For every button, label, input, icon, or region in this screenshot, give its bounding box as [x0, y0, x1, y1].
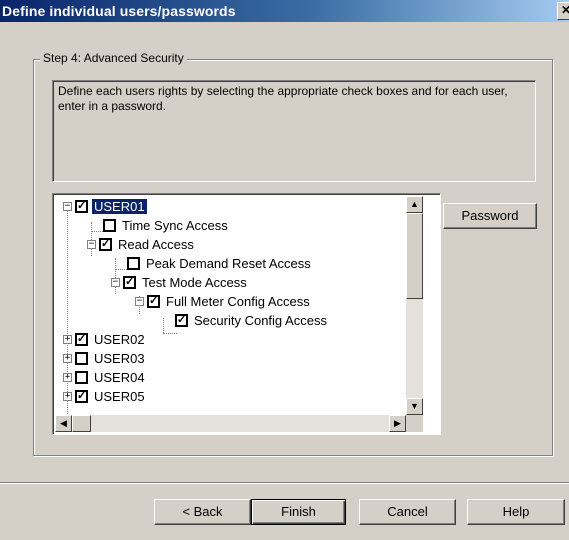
- tree-item-user02[interactable]: + ✓ USER02: [63, 330, 147, 348]
- tree-item-label: Read Access: [118, 236, 194, 252]
- checkmark-icon: ✓: [77, 332, 87, 345]
- back-button[interactable]: < Back: [154, 499, 251, 525]
- checkbox-user05[interactable]: ✓: [75, 389, 88, 403]
- help-button[interactable]: Help: [467, 499, 565, 525]
- description-text: Define each users rights by selecting th…: [58, 84, 508, 113]
- checkbox-user04[interactable]: [75, 370, 88, 384]
- tree-item-peak-demand-reset-access[interactable]: Peak Demand Reset Access: [127, 254, 313, 272]
- tree-item-label: USER01: [92, 198, 147, 214]
- password-button[interactable]: Password: [443, 203, 537, 229]
- checkbox-time-sync-access[interactable]: [103, 218, 116, 232]
- tree-item-label: Test Mode Access: [142, 274, 247, 290]
- checkbox-peak-demand-reset-access[interactable]: [127, 256, 140, 270]
- close-button[interactable]: ✕: [557, 2, 569, 20]
- scroll-down-button[interactable]: ▼: [406, 398, 423, 415]
- checkbox-read-access[interactable]: ✓: [99, 237, 112, 251]
- arrow-down-icon: ▼: [410, 401, 419, 411]
- checkbox-user03[interactable]: [75, 351, 88, 365]
- vertical-scroll-thumb[interactable]: [406, 213, 423, 299]
- tree-content: − ✓ USER01 Time Sync Access − ✓ Read Acc…: [55, 196, 405, 414]
- checkmark-icon: ✓: [177, 313, 187, 326]
- tree-item-user01[interactable]: − ✓ USER01: [63, 197, 147, 215]
- tree-item-label: USER03: [94, 350, 145, 366]
- checkbox-test-mode-access[interactable]: ✓: [123, 275, 136, 289]
- tree-item-security-config-access[interactable]: ✓ Security Config Access: [175, 311, 329, 329]
- checkbox-full-meter-config-access[interactable]: ✓: [147, 294, 160, 308]
- tree-item-user05[interactable]: + ✓ USER05: [63, 387, 147, 405]
- checkmark-icon: ✓: [125, 275, 135, 288]
- tree-item-user04[interactable]: + USER04: [63, 368, 147, 386]
- tree-item-time-sync-access[interactable]: Time Sync Access: [103, 216, 230, 234]
- window-title: Define individual users/passwords: [2, 3, 236, 19]
- checkmark-icon: ✓: [77, 199, 87, 212]
- expand-icon[interactable]: +: [63, 391, 72, 401]
- tree-item-label: Full Meter Config Access: [166, 293, 310, 309]
- vertical-scrollbar[interactable]: ▲ ▼: [406, 196, 423, 415]
- expand-icon[interactable]: +: [63, 372, 72, 382]
- collapse-icon[interactable]: −: [135, 296, 144, 306]
- tree-item-full-meter-config-access[interactable]: − ✓ Full Meter Config Access: [135, 292, 312, 310]
- tree-item-label: Security Config Access: [194, 312, 327, 328]
- tree-item-label: Time Sync Access: [122, 217, 228, 233]
- checkbox-security-config-access[interactable]: ✓: [175, 313, 188, 327]
- checkbox-user01[interactable]: ✓: [75, 199, 88, 213]
- checkmark-icon: ✓: [77, 389, 87, 402]
- checkmark-icon: ✓: [149, 294, 159, 307]
- tree-connector: [163, 333, 177, 334]
- tree-item-user03[interactable]: + USER03: [63, 349, 147, 367]
- cancel-button[interactable]: Cancel: [359, 499, 456, 525]
- arrow-up-icon: ▲: [410, 199, 419, 209]
- footer-separator: [0, 482, 569, 484]
- finish-button[interactable]: Finish: [251, 499, 346, 525]
- expand-icon[interactable]: +: [63, 353, 72, 363]
- collapse-icon[interactable]: −: [63, 201, 72, 211]
- scroll-left-button[interactable]: ◀: [55, 415, 72, 432]
- arrow-left-icon: ◀: [60, 418, 67, 428]
- scrollbar-corner: [406, 415, 423, 432]
- tree-connector: [163, 318, 164, 333]
- scroll-up-button[interactable]: ▲: [406, 196, 423, 213]
- collapse-icon[interactable]: −: [87, 239, 96, 249]
- title-bar: Define individual users/passwords ✕: [0, 0, 569, 22]
- checkmark-icon: ✓: [101, 237, 111, 250]
- tree-item-test-mode-access[interactable]: − ✓ Test Mode Access: [111, 273, 249, 291]
- user-rights-tree[interactable]: − ✓ USER01 Time Sync Access − ✓ Read Acc…: [52, 193, 441, 435]
- description-box: Define each users rights by selecting th…: [52, 80, 536, 182]
- checkbox-user02[interactable]: ✓: [75, 332, 88, 346]
- tree-item-label: USER05: [94, 388, 145, 404]
- tree-item-label: USER02: [94, 331, 145, 347]
- tree-item-label: USER04: [94, 369, 145, 385]
- collapse-icon[interactable]: −: [111, 277, 120, 287]
- horizontal-scrollbar[interactable]: ◀ ▶: [55, 415, 406, 432]
- tree-item-read-access[interactable]: − ✓ Read Access: [87, 235, 196, 253]
- scroll-right-button[interactable]: ▶: [389, 415, 406, 432]
- expand-icon[interactable]: +: [63, 334, 72, 344]
- horizontal-scroll-thumb[interactable]: [72, 415, 91, 432]
- close-icon: ✕: [560, 3, 569, 17]
- group-legend: Step 4: Advanced Security: [40, 51, 187, 65]
- arrow-right-icon: ▶: [394, 418, 401, 428]
- tree-item-label: Peak Demand Reset Access: [146, 255, 311, 271]
